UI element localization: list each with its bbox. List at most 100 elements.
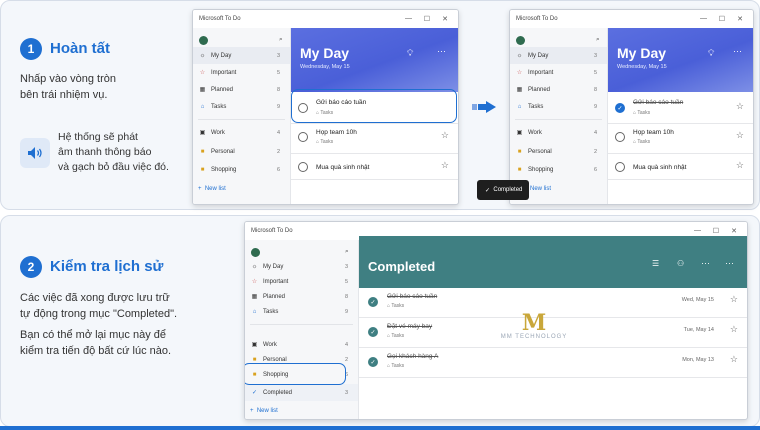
- star-icon[interactable]: ☆: [441, 160, 449, 171]
- sun-icon: ☼: [251, 263, 258, 270]
- task-item[interactable]: Mua quà sinh nhật ☆: [608, 154, 753, 180]
- sidebar-item-planned[interactable]: ▦ Planned 8: [193, 81, 290, 98]
- task-list-label: ⌂ Tasks: [633, 139, 651, 145]
- more-options-icon[interactable]: ···: [725, 258, 734, 268]
- home-icon: ⌂: [517, 103, 522, 110]
- sidebar-item-important[interactable]: ☆ Important 5: [510, 64, 607, 81]
- new-list-button[interactable]: + New list: [250, 408, 278, 414]
- star-icon[interactable]: ☆: [730, 324, 738, 335]
- checkmark-icon[interactable]: ✓: [368, 357, 378, 367]
- window-title: Microsoft To Do: [193, 10, 458, 28]
- lightbulb-icon[interactable]: 💡︎: [708, 48, 714, 59]
- avatar[interactable]: [251, 248, 260, 257]
- task-item[interactable]: Họp team 10h ⌂ Tasks ☆: [608, 124, 753, 154]
- maximize-button[interactable]: ☐: [719, 15, 725, 23]
- complete-circle[interactable]: [298, 132, 308, 142]
- bag-icon: ■: [517, 166, 522, 173]
- folder-icon: ■: [517, 148, 522, 155]
- task-list-label: ⌂ Tasks: [387, 303, 405, 309]
- home-icon: ⌂: [200, 103, 205, 110]
- more-options-icon[interactable]: ···: [701, 258, 710, 268]
- completed-task-item[interactable]: ✓ Gọi khách hàng A ⌂ Tasks Mon, May 13 ☆: [359, 348, 747, 378]
- completed-date: Mon, May 13: [682, 357, 714, 363]
- sidebar-item-shopping[interactable]: ■ Shopping 6: [193, 161, 290, 178]
- sort-icon[interactable]: ☰: [652, 259, 659, 268]
- sidebar-item-work[interactable]: ▣ Work 4: [193, 124, 290, 141]
- avatar[interactable]: [516, 36, 525, 45]
- briefcase-icon: ▣: [199, 130, 206, 136]
- sidebar-item-work[interactable]: ▣ Work 4: [510, 124, 607, 141]
- search-icon[interactable]: ⌕: [596, 36, 600, 44]
- speaker-icon: [20, 138, 50, 168]
- sidebar: ⌕ ☼ My Day 3 ☆ Important 5 ▦ Planned 8 ⌂ Tasks 9…: [245, 240, 359, 419]
- sun-icon: ☼: [199, 52, 206, 59]
- star-icon[interactable]: ☆: [736, 160, 744, 171]
- step2-title: Kiểm tra lịch sử: [50, 258, 164, 275]
- sun-icon: ☼: [516, 52, 523, 59]
- checkmark-icon[interactable]: ✓: [615, 103, 625, 113]
- completed-header: Completed ☰ ⚇ ··· ···: [359, 236, 747, 288]
- sidebar-item-personal[interactable]: ■ Personal 2: [510, 143, 607, 160]
- task-item-completed[interactable]: ✓ Gửi báo cáo tuần ⌂ Tasks ☆: [608, 92, 753, 124]
- page-title: My Day: [300, 45, 350, 61]
- sidebar-item-tasks[interactable]: ⌂ Tasks 9: [193, 98, 290, 115]
- share-icon[interactable]: ⚇: [677, 259, 684, 268]
- calendar-icon: ▦: [251, 294, 258, 300]
- more-options-icon[interactable]: ···: [733, 46, 742, 56]
- new-list-button[interactable]: New list: [530, 186, 551, 192]
- step1-badge: 1: [20, 38, 42, 60]
- star-icon[interactable]: ☆: [730, 354, 738, 365]
- close-button[interactable]: ✕: [442, 15, 448, 23]
- sidebar-item-tasks[interactable]: ⌂ Tasks 9: [510, 98, 607, 115]
- star-icon[interactable]: ☆: [441, 130, 449, 141]
- more-options-icon[interactable]: ···: [437, 46, 446, 56]
- sidebar-item-tasks[interactable]: ⌂ Tasks 9: [245, 303, 358, 320]
- task-list-label: ⌂ Tasks: [316, 139, 334, 145]
- star-icon[interactable]: ☆: [736, 101, 744, 112]
- step2-badge: 2: [20, 256, 42, 278]
- completed-toast: ✓ Completed: [477, 180, 529, 200]
- star-icon[interactable]: ☆: [736, 130, 744, 141]
- close-button[interactable]: ✕: [731, 227, 737, 235]
- checkmark-icon[interactable]: ✓: [368, 297, 378, 307]
- sidebar: ⌕ ☼ My Day 3 ☆ Important 5 ▦ Planned 8 ⌂ Tasks 9…: [193, 28, 291, 204]
- lightbulb-icon[interactable]: 💡︎: [407, 48, 413, 59]
- highlight-ring: [245, 363, 346, 385]
- search-icon[interactable]: ⌕: [279, 36, 283, 44]
- task-item[interactable]: Mua quà sinh nhật ☆: [291, 154, 458, 180]
- new-list-button[interactable]: + New list: [198, 186, 226, 192]
- task-list-label: ⌂ Tasks: [633, 110, 651, 116]
- star-icon[interactable]: ☆: [730, 294, 738, 305]
- window-title: Microsoft To Do: [510, 10, 753, 28]
- sidebar-item-important[interactable]: ☆ Important 5: [193, 64, 290, 81]
- complete-circle[interactable]: [615, 162, 625, 172]
- maximize-button[interactable]: ☐: [424, 15, 430, 23]
- star-icon: ☆: [251, 279, 258, 285]
- sidebar-item-completed[interactable]: ✓ Completed 3: [245, 384, 358, 401]
- checkmark-icon[interactable]: ✓: [368, 327, 378, 337]
- task-list-label: ⌂ Tasks: [387, 363, 405, 369]
- briefcase-icon: ▣: [516, 130, 523, 136]
- my-day-header: My Day Wednesday, May 15 💡︎ ···: [608, 28, 753, 92]
- sidebar-divider: [515, 119, 602, 120]
- maximize-button[interactable]: ☐: [713, 227, 719, 235]
- complete-circle[interactable]: [298, 162, 308, 172]
- tutorial-canvas: { "step1": { "number": "1", "title": "Ho…: [0, 0, 760, 430]
- minimize-button[interactable]: —: [405, 15, 412, 22]
- sidebar-item-my-day[interactable]: ☼ My Day 3: [193, 47, 290, 64]
- avatar[interactable]: [199, 36, 208, 45]
- sidebar-item-shopping[interactable]: ■ Shopping 6: [510, 161, 607, 178]
- sidebar-item-planned[interactable]: ▦ Planned 8: [510, 81, 607, 98]
- sidebar-item-personal[interactable]: ■ Personal 2: [193, 143, 290, 160]
- complete-circle[interactable]: [615, 132, 625, 142]
- minimize-button[interactable]: —: [694, 227, 701, 234]
- search-icon[interactable]: ⌕: [345, 248, 349, 256]
- page-title: Completed: [368, 259, 436, 274]
- close-button[interactable]: ✕: [737, 15, 743, 23]
- minimize-button[interactable]: —: [700, 15, 707, 22]
- step1-note: Hệ thống sẽ phát âm thanh thông báo và g…: [58, 131, 169, 173]
- sidebar-item-my-day[interactable]: ☼ My Day 3: [510, 47, 607, 64]
- watermark-logo: M MM TECHNOLOGY: [500, 310, 568, 340]
- sidebar-divider: [250, 324, 353, 325]
- task-item[interactable]: Họp team 10h ⌂ Tasks ☆: [291, 124, 458, 154]
